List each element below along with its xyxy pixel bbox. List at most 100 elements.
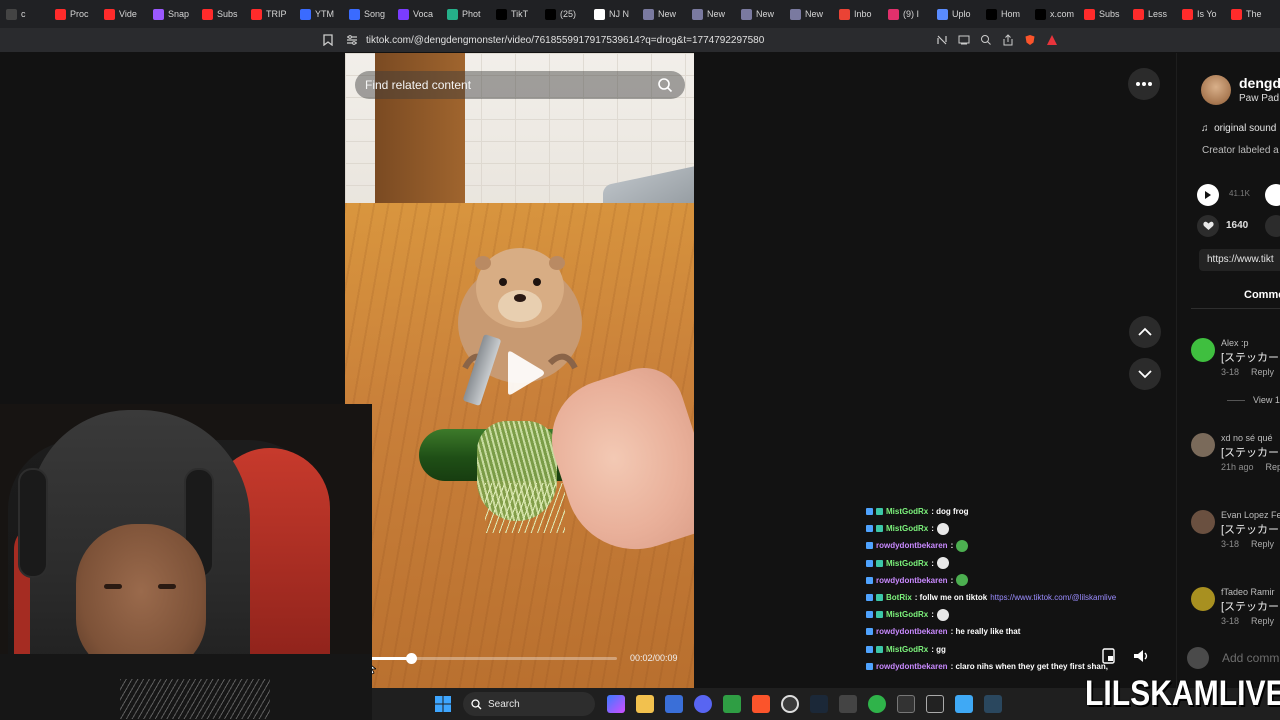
- brave-rewards-icon[interactable]: [1044, 32, 1060, 48]
- browser-tab[interactable]: Subs: [1078, 0, 1127, 28]
- author-name[interactable]: dengd: [1239, 75, 1280, 91]
- browser-tab[interactable]: YTM: [294, 0, 343, 28]
- commenter-name[interactable]: xd no sé qué: [1221, 433, 1273, 443]
- like-button[interactable]: [1197, 215, 1219, 237]
- chat-username[interactable]: MistGodRx: [886, 559, 928, 568]
- browser-tab[interactable]: (25): [539, 0, 588, 28]
- video-progress-handle[interactable]: [406, 653, 418, 664]
- browser-tab[interactable]: Voca: [392, 0, 441, 28]
- browser-tab[interactable]: TRIP: [245, 0, 294, 28]
- tab-label: Voca: [413, 9, 434, 19]
- author-avatar[interactable]: [1201, 75, 1231, 105]
- volume-icon[interactable]: [1132, 647, 1150, 665]
- chat-username[interactable]: MistGodRx: [886, 524, 928, 533]
- browser-tab[interactable]: New: [637, 0, 686, 28]
- search-icon[interactable]: [657, 77, 673, 93]
- bookmark-icon[interactable]: [320, 32, 336, 48]
- copilot-icon[interactable]: [606, 695, 625, 713]
- comment-date: 21h ago: [1221, 462, 1254, 472]
- notepad-icon[interactable]: [954, 695, 973, 713]
- browser-tab[interactable]: Is Yo: [1176, 0, 1225, 28]
- commenter-name[interactable]: fTadeo Ramir: [1221, 587, 1275, 597]
- reply-button[interactable]: Reply: [1251, 367, 1274, 377]
- video-progress-bar[interactable]: [353, 653, 617, 664]
- chat-username[interactable]: rowdydontbekaren: [876, 627, 948, 636]
- related-content-search[interactable]: Find related content: [355, 71, 685, 99]
- file-explorer-icon[interactable]: [635, 695, 654, 713]
- reply-button[interactable]: Reply: [1251, 616, 1274, 626]
- browser-tab[interactable]: Hom: [980, 0, 1029, 28]
- browser-tab[interactable]: NJ N: [588, 0, 637, 28]
- browser-tab[interactable]: (9) I: [882, 0, 931, 28]
- browser-tab[interactable]: Song: [343, 0, 392, 28]
- brave-icon[interactable]: [751, 695, 770, 713]
- share-button[interactable]: [1265, 184, 1280, 206]
- reader-off-icon[interactable]: [934, 32, 950, 48]
- url-text[interactable]: tiktok.com/@dengdengmonster/video/761855…: [366, 35, 764, 46]
- reply-button[interactable]: Rep: [1266, 462, 1280, 472]
- comment-text: [ステッカー: [1221, 601, 1280, 613]
- site-settings-icon[interactable]: [344, 32, 360, 48]
- obs-icon[interactable]: [780, 695, 799, 713]
- commenter-avatar[interactable]: [1191, 587, 1215, 611]
- share-icon[interactable]: [1000, 32, 1016, 48]
- chat-username[interactable]: rowdydontbekaren: [876, 662, 948, 671]
- view-replies-link[interactable]: View 1: [1227, 395, 1280, 405]
- comment-button[interactable]: [1265, 215, 1280, 237]
- browser-tab[interactable]: joe: [1274, 0, 1280, 28]
- cast-icon[interactable]: [956, 32, 972, 48]
- commenter-name[interactable]: Alex :p: [1221, 338, 1249, 348]
- zoom-icon[interactable]: [978, 32, 994, 48]
- app-icon[interactable]: [867, 695, 886, 713]
- steam-icon[interactable]: [809, 695, 828, 713]
- app-icon[interactable]: [722, 695, 741, 713]
- chat-username[interactable]: rowdydontbekaren: [876, 541, 948, 550]
- browser-tab[interactable]: New: [735, 0, 784, 28]
- browser-tab[interactable]: Inbo: [833, 0, 882, 28]
- chat-username[interactable]: MistGodRx: [886, 507, 928, 516]
- app-icon[interactable]: [896, 695, 915, 713]
- browser-tab[interactable]: New: [686, 0, 735, 28]
- steam-icon[interactable]: [983, 695, 1002, 713]
- browser-tab[interactable]: Less: [1127, 0, 1176, 28]
- video-link-box[interactable]: https://www.tikt: [1199, 249, 1280, 271]
- chat-username[interactable]: MistGodRx: [886, 645, 928, 654]
- commenter-avatar[interactable]: [1191, 510, 1215, 534]
- chat-link[interactable]: https://www.tiktok.com/@lilskamlive: [990, 593, 1116, 602]
- discord-icon[interactable]: [693, 695, 712, 713]
- browser-tab[interactable]: Vide: [98, 0, 147, 28]
- browser-tab[interactable]: New: [784, 0, 833, 28]
- play-count-button[interactable]: [1197, 184, 1219, 206]
- chat-username[interactable]: rowdydontbekaren: [876, 576, 948, 585]
- start-icon[interactable]: [434, 695, 452, 713]
- next-video-button[interactable]: [1129, 358, 1161, 390]
- browser-tab[interactable]: Uplo: [931, 0, 980, 28]
- app-icon[interactable]: [838, 695, 857, 713]
- browser-tab[interactable]: x.com: [1029, 0, 1078, 28]
- subscriber-badge-icon: [876, 645, 883, 653]
- commenter-avatar[interactable]: [1191, 433, 1215, 457]
- more-options-button[interactable]: [1128, 68, 1160, 100]
- platform-badge-icon: [866, 559, 873, 567]
- brave-shield-icon[interactable]: [1022, 32, 1038, 48]
- browser-tab[interactable]: The: [1225, 0, 1274, 28]
- reply-button[interactable]: Reply: [1251, 539, 1274, 549]
- browser-tab[interactable]: Snap: [147, 0, 196, 28]
- browser-tab[interactable]: Phot: [441, 0, 490, 28]
- browser-tab[interactable]: Proc: [49, 0, 98, 28]
- previous-video-button[interactable]: [1129, 316, 1161, 348]
- play-icon[interactable]: [502, 350, 546, 396]
- sound-link[interactable]: ♫ original sound: [1201, 123, 1276, 134]
- store-icon[interactable]: [664, 695, 683, 713]
- commenter-avatar[interactable]: [1191, 338, 1215, 362]
- browser-tab[interactable]: Subs: [196, 0, 245, 28]
- chat-username[interactable]: MistGodRx: [886, 610, 928, 619]
- browser-tab[interactable]: TikT: [490, 0, 539, 28]
- add-comment-field[interactable]: Add comm: [1187, 645, 1280, 671]
- app-icon[interactable]: [925, 695, 944, 713]
- chat-username[interactable]: BotRix: [886, 593, 912, 602]
- tab-comments[interactable]: Comme: [1244, 289, 1280, 301]
- commenter-name[interactable]: Evan Lopez Fe: [1221, 510, 1280, 520]
- taskbar-search[interactable]: Search: [463, 692, 595, 716]
- browser-tab[interactable]: c: [0, 0, 49, 28]
